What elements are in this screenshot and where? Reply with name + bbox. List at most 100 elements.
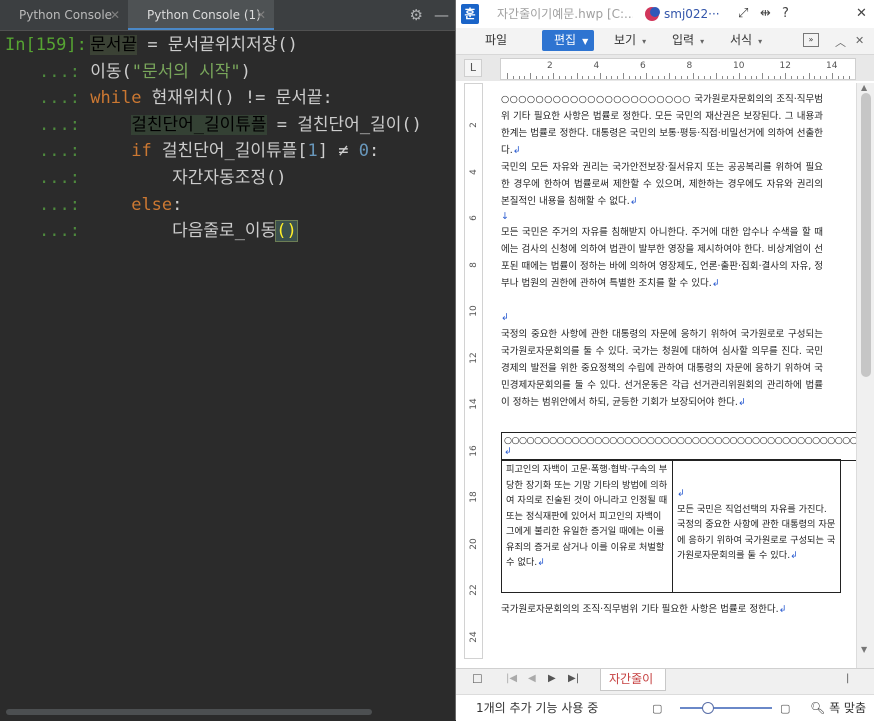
zoom-out-icon[interactable]: ▢ — [652, 702, 662, 715]
paragraph-mark-icon: ↲ — [711, 278, 720, 289]
paragraph-mark-icon: ↲ — [677, 488, 685, 499]
ruler-number: 4 — [469, 168, 479, 175]
document-page[interactable]: ○○○○○○○○○○○○○○○○○○○○○○ 국가원로자문회의의 조직·직무범위… — [483, 83, 856, 661]
table-cell[interactable]: ○○○○○○○○○○○○○○○○○○○○○○○○○○○○○○○○○○○○○○○○… — [501, 432, 856, 461]
table-cell-left[interactable]: 피고인의 자백이 고문·폭행·협박·구속의 부당한 장기화 또는 기망 기타의 … — [501, 459, 673, 593]
vertical-scrollbar[interactable]: ▲ ▼ — [856, 83, 874, 668]
ruler-number: 4 — [593, 61, 600, 71]
cell-text: 피고인의 자백이 고문·폭행·협박·구속의 부당한 장기화 또는 기망 기타의 … — [506, 464, 668, 568]
menu-file[interactable]: 파일 — [485, 28, 507, 53]
document-tab[interactable]: 자간줄이 — [600, 669, 666, 691]
gear-icon[interactable]: ⚙ — [410, 6, 423, 24]
paragraph-text: 국가원로자문회의의 조직·직무범위 기타 필요한 사항은 법률로 정한다. — [501, 604, 779, 615]
paragraph-text: ○○○○○○○○○○○○○○○○○○○○○○ 국가원로자문회의의 조직·직무범위… — [501, 94, 823, 156]
code-token: 걸친단어_길이튜플[ — [151, 141, 308, 162]
close-icon[interactable]: ✕ — [110, 0, 120, 31]
ruler-tick — [541, 76, 543, 79]
tab-type-corner[interactable]: L — [464, 59, 482, 77]
ruler-tick — [594, 76, 595, 79]
last-page-icon[interactable]: ▶| — [568, 673, 579, 684]
scroll-down-icon[interactable]: ▼ — [861, 645, 867, 654]
console-line: ...: while 현재위치() != 문서끝: — [0, 85, 333, 111]
ruler-tick — [715, 73, 717, 79]
fullscreen-icon[interactable]: ⤢ — [738, 0, 748, 28]
zoom-fit-button[interactable]: 🔍︎ 폭 맞춤 — [810, 695, 866, 721]
chevron-down-icon: ▾ — [700, 37, 705, 46]
help-icon[interactable]: ? — [782, 0, 789, 28]
hwp-window: 훈 자간줄이기예문.hwp [C:... smj022··· ⤢ ⇹ ? ✕ 파… — [455, 0, 874, 721]
ruler-tick — [547, 76, 549, 79]
menu-insert[interactable]: 입력 ▾ — [672, 28, 704, 54]
first-page-icon[interactable]: |◀ — [506, 673, 517, 684]
chevron-down-icon: ▾ — [642, 37, 647, 46]
prompt-gap — [80, 115, 90, 135]
prompt-gap — [80, 141, 90, 161]
menu-view[interactable]: 보기 ▾ — [614, 28, 646, 54]
menu-format[interactable]: 서식 ▾ — [730, 28, 762, 54]
ruler-tick — [611, 76, 613, 79]
table-cell-right[interactable]: ↲ 모든 국민은 직업선택의 자유를 가진다. 국정의 중요한 사항에 관한 대통… — [672, 459, 841, 593]
console-tools: ⚙ — — [399, 6, 449, 24]
horizontal-ruler[interactable]: 2 4 6 8 10 12 14 — [500, 58, 856, 80]
code-token: "문서의 시작" — [131, 61, 241, 82]
document-table-bottom[interactable]: 피고인의 자백이 고문·폭행·협박·구속의 부당한 장기화 또는 기망 기타의 … — [501, 459, 841, 593]
next-page-icon[interactable]: ▶ — [548, 673, 556, 684]
page-view-icon[interactable]: ☐ — [472, 672, 483, 686]
ribbon-collapse-icon[interactable]: ︿ — [835, 34, 846, 50]
menu-bar: 파일 편집 ▼ 보기 ▾ 입력 ▾ 서식 ▾ » ︿ ✕ — [456, 28, 874, 55]
console-line: In[159]: 문서끝 = 문서끝위치저장() — [0, 32, 298, 58]
close-icon[interactable]: ✕ — [256, 0, 266, 31]
ruler-number: 18 — [469, 491, 479, 503]
hwp-logo-icon: 훈 — [461, 4, 479, 24]
minimize-icon[interactable]: — — [434, 6, 449, 24]
menu-edit[interactable]: 편집 ▼ — [542, 30, 595, 51]
more-menu-icon[interactable]: » — [803, 33, 819, 47]
menu-label: 서식 — [730, 33, 753, 47]
zoom-slider[interactable] — [680, 707, 772, 709]
ruler-row: L 2 4 6 8 10 12 14 — [456, 55, 874, 81]
prompt-gap — [80, 221, 90, 241]
scroll-thumb[interactable] — [861, 93, 871, 377]
tab-python-console[interactable]: Python Console ✕ — [0, 0, 128, 30]
tab-python-console-1[interactable]: Python Console (1) ✕ — [128, 0, 274, 30]
paragraph-text: 국정의 중요한 사항에 관한 대통령의 자문에 응하기 위하여 국가원로로 구성… — [501, 329, 823, 408]
ribbon-close-icon[interactable]: ✕ — [855, 34, 864, 47]
cell-text: ○○○○○○○○○○○○○○○○○○○○○○○○○○○○○○○○○○○○○○○○… — [504, 435, 856, 446]
console-line: ...: else: — [0, 192, 182, 218]
menu-label: 파일 — [485, 33, 508, 47]
code-token: 1 — [307, 141, 318, 162]
code-token: = 걸친단어_길이() — [266, 114, 422, 135]
document-table-top[interactable]: ○○○○○○○○○○○○○○○○○○○○○○○○○○○○○○○○○○○○○○○○… — [501, 432, 856, 461]
ruler-tick — [675, 76, 677, 79]
console-output[interactable]: In[159]: 문서끝 = 문서끝위치저장()...: 이동("문서의 시작"… — [0, 30, 455, 706]
zoom-slider-handle[interactable] — [702, 702, 714, 714]
ruler-tick — [640, 76, 642, 79]
zoom-in-icon[interactable]: ▢ — [780, 702, 790, 715]
console-line: ...: if 걸친단어_길이튜플[1] ≠ 0: — [0, 138, 379, 164]
prev-page-icon[interactable]: ◀ — [528, 673, 536, 684]
menu-label: 편집 — [554, 33, 577, 47]
horizontal-scrollbar[interactable] — [6, 709, 372, 715]
paragraph-text: 모든 국민은 주거의 자유를 침해받지 아니한다. 주거에 대한 압수나 수색을… — [501, 227, 823, 289]
scroll-up-icon[interactable]: ▲ — [861, 83, 867, 92]
hscroll-end-icon[interactable]: | — [846, 673, 849, 684]
ruler-tick — [779, 76, 781, 79]
sheet-tab-bar: ☐ |◀ ◀ ▶ ▶| 자간줄이 | — [456, 668, 874, 694]
console-line: ...: 걸친단어_길이튜플 = 걸친단어_길이() — [0, 112, 422, 138]
user-name[interactable]: smj022··· — [664, 0, 720, 28]
paragraph-mark-icon: ↲ — [778, 604, 787, 615]
ruler-number: 8 — [469, 261, 479, 268]
split-view-icon[interactable]: ⇹ — [760, 0, 771, 28]
console-prompt: ...: — [39, 88, 80, 109]
close-window-icon[interactable]: ✕ — [856, 0, 867, 28]
vertical-ruler[interactable]: 2 4 6 8 10 12 14 16 18 20 22 24 — [464, 83, 483, 659]
ruler-tick — [686, 76, 688, 79]
ruler-tick — [628, 76, 630, 79]
console-line: ...: 이동("문서의 시작") — [0, 59, 251, 85]
python-console-pane: Python Console ✕ Python Console (1) ✕ ⚙ —… — [0, 0, 455, 720]
console-prompt: ...: — [39, 61, 80, 82]
ruler-tick — [657, 76, 659, 79]
paragraph-1: ○○○○○○○○○○○○○○○○○○○○○○ 국가원로자문회의의 조직·직무범위… — [501, 91, 823, 159]
ruler-number: 6 — [469, 215, 479, 221]
code-token: 걸친단어_길이튜플 — [131, 114, 267, 135]
